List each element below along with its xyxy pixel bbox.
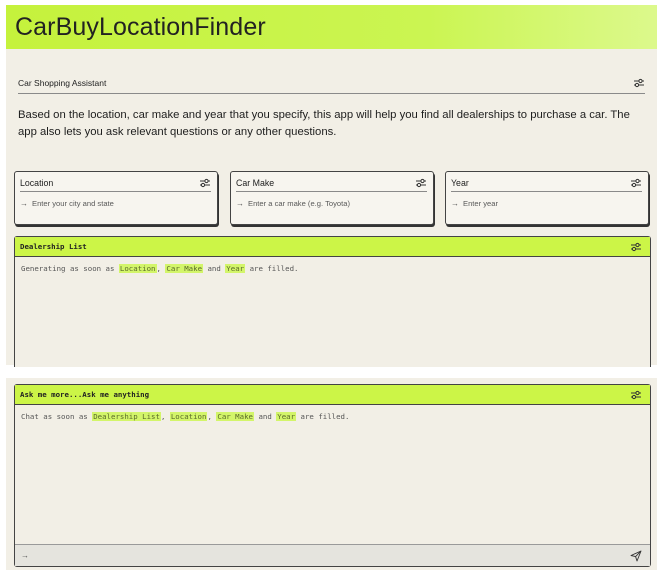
send-icon[interactable] bbox=[630, 550, 642, 562]
conjunction: and bbox=[258, 412, 272, 421]
separator: , bbox=[207, 412, 212, 421]
status-text: Chat as soon as bbox=[21, 412, 88, 421]
arrow-right-icon: → bbox=[21, 551, 29, 560]
year-card-header: Year bbox=[451, 177, 642, 192]
field-tag-year: Year bbox=[225, 264, 246, 273]
dealership-list-status: Generating as soon as Location, Car Make… bbox=[21, 263, 642, 275]
status-suffix: are filled. bbox=[300, 412, 350, 421]
assistant-label: Car Shopping Assistant bbox=[18, 78, 107, 88]
location-card: Location → Enter your city and state bbox=[14, 171, 218, 225]
field-tag-dealership-list: Dealership List bbox=[92, 412, 161, 421]
field-tag-car-make: Car Make bbox=[165, 264, 204, 273]
chat-input[interactable]: → bbox=[15, 544, 650, 566]
main-panel: Car Shopping Assistant Based on the loca… bbox=[6, 49, 657, 367]
year-label: Year bbox=[451, 177, 469, 188]
field-tag-location: Location bbox=[169, 412, 208, 421]
app-description: Based on the location, car make and year… bbox=[18, 109, 630, 138]
field-tag-location: Location bbox=[118, 264, 157, 273]
dealership-list-title: Dealership List bbox=[20, 242, 87, 251]
car-make-card-header: Car Make bbox=[236, 177, 427, 192]
sliders-icon[interactable] bbox=[199, 178, 211, 188]
sliders-icon[interactable] bbox=[415, 178, 427, 188]
sliders-icon[interactable] bbox=[633, 78, 645, 88]
car-make-placeholder: Enter a car make (e.g. Toyota) bbox=[248, 198, 350, 208]
chat-title: Ask me more...Ask me anything bbox=[20, 390, 150, 399]
dealership-list-card: Dealership List Generating as soon as Lo… bbox=[14, 236, 651, 367]
car-make-card: Car Make → Enter a car make (e.g. Toyota… bbox=[230, 171, 434, 225]
arrow-right-icon: → bbox=[20, 198, 28, 208]
dealership-list-header: Dealership List bbox=[15, 237, 650, 257]
location-placeholder: Enter your city and state bbox=[32, 198, 114, 208]
location-card-header: Location bbox=[20, 177, 211, 192]
year-placeholder: Enter year bbox=[463, 198, 499, 208]
status-text: Generating as soon as bbox=[21, 264, 115, 273]
chat-card: Ask me more...Ask me anything Chat as so… bbox=[14, 384, 651, 567]
location-input[interactable]: → Enter your city and state bbox=[20, 197, 211, 209]
chat-header: Ask me more...Ask me anything bbox=[15, 385, 650, 405]
chat-status: Chat as soon as Dealership List, Locatio… bbox=[21, 411, 642, 423]
chat-panel: Ask me more...Ask me anything Chat as so… bbox=[6, 378, 657, 570]
location-label: Location bbox=[20, 177, 54, 188]
car-make-label: Car Make bbox=[236, 177, 275, 188]
conjunction: and bbox=[207, 264, 221, 273]
app-header: CarBuyLocationFinder bbox=[6, 5, 657, 49]
arrow-right-icon: → bbox=[236, 198, 244, 208]
year-input[interactable]: → Enter year bbox=[451, 197, 642, 209]
arrow-right-icon: → bbox=[451, 198, 459, 208]
separator: , bbox=[160, 412, 166, 421]
status-suffix: are filled. bbox=[249, 264, 299, 273]
sliders-icon[interactable] bbox=[630, 178, 642, 188]
car-make-input[interactable]: → Enter a car make (e.g. Toyota) bbox=[236, 197, 427, 209]
field-tag-year: Year bbox=[276, 412, 297, 421]
app-title: CarBuyLocationFinder bbox=[15, 12, 266, 41]
sliders-icon[interactable] bbox=[630, 242, 642, 252]
year-card: Year → Enter year bbox=[445, 171, 649, 225]
field-tag-car-make: Car Make bbox=[216, 412, 254, 421]
assistant-header: Car Shopping Assistant bbox=[18, 76, 645, 94]
separator: , bbox=[156, 264, 161, 273]
sliders-icon[interactable] bbox=[630, 390, 642, 400]
